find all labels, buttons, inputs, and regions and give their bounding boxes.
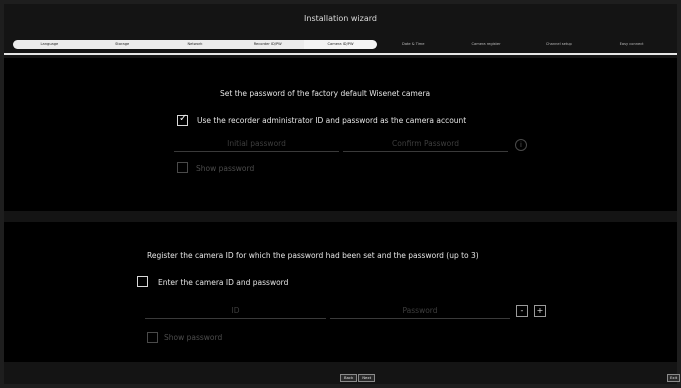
show-password-label: Show password [196,164,255,173]
exit-button[interactable]: Exit [667,374,681,382]
step-recorder-id-pw[interactable]: Recorder ID/PW [231,40,305,49]
wizard-navigation: Back Next [340,374,376,382]
step-storage[interactable]: Storage [85,40,159,49]
register-section-heading: Register the camera ID for which the pas… [147,251,479,260]
checkmark-icon: ✓ [179,113,188,124]
next-button[interactable]: Next [358,374,376,382]
show-password-checkbox[interactable] [177,162,188,173]
enter-camera-credentials-checkbox[interactable] [137,276,148,287]
back-button[interactable]: Back [340,374,358,382]
info-icon[interactable]: i [515,139,527,151]
header-divider [4,53,677,55]
step-language[interactable]: Language [13,40,86,49]
factory-section-heading: Set the password of the factory default … [220,89,431,98]
camera-password-field[interactable]: Password [330,305,510,319]
factory-password-section: Set the password of the factory default … [4,58,677,211]
register-show-password-checkbox[interactable] [147,332,158,343]
add-row-button[interactable]: + [534,305,546,317]
use-recorder-account-label: Use the recorder administrator ID and pa… [197,116,467,125]
register-camera-section: Register the camera ID for which the pas… [4,222,677,362]
enter-camera-credentials-label: Enter the camera ID and password [158,278,289,287]
initial-password-field[interactable]: Initial password [174,138,339,152]
step-network[interactable]: Network [158,40,232,49]
window-title: Installation wizard [304,14,377,23]
use-recorder-account-checkbox[interactable]: ✓ [177,113,188,126]
step-easy-connect[interactable]: Easy connect [595,40,668,49]
wizard-steps: Language Storage Network Recorder ID/PW … [13,40,668,49]
confirm-password-field[interactable]: Confirm Password [343,138,508,152]
step-camera-register[interactable]: Camera register [450,40,523,49]
step-channel-setup[interactable]: Channel setup [522,40,595,49]
remove-row-button[interactable]: - [516,305,528,317]
step-camera-id-pw[interactable]: Camera ID/PW [304,40,377,49]
register-show-password-label: Show password [164,333,223,342]
step-date-time[interactable]: Date & Time [377,40,450,49]
camera-id-field[interactable]: ID [145,305,326,319]
